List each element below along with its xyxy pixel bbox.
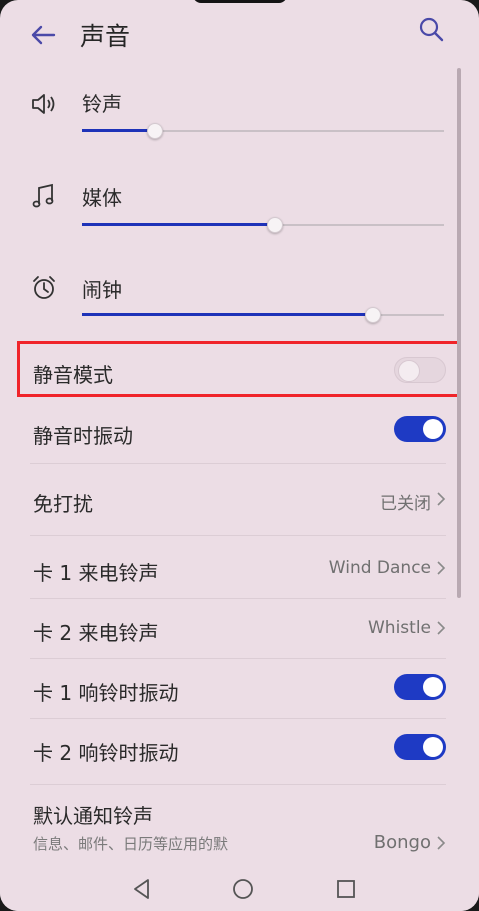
toggle-knob bbox=[423, 677, 443, 697]
scrollbar[interactable] bbox=[457, 68, 461, 598]
volume-label: 闹钟 bbox=[82, 278, 122, 302]
music-note-icon bbox=[30, 182, 62, 210]
circle-home-icon[interactable] bbox=[230, 876, 256, 902]
divider bbox=[30, 784, 446, 785]
slider-fill bbox=[82, 223, 274, 226]
toggle-knob bbox=[423, 737, 443, 757]
app-header: 声音 bbox=[0, 0, 479, 66]
vibrate-when-silent-row[interactable]: 静音时振动 bbox=[0, 400, 479, 460]
sim2-ringtone-row[interactable]: 卡 2 来电铃声 Whistle bbox=[0, 598, 479, 658]
arrow-left-icon[interactable] bbox=[28, 20, 58, 50]
sim1-vibrate-row[interactable]: 卡 1 响铃时振动 bbox=[0, 658, 479, 718]
navigation-bar bbox=[0, 866, 479, 911]
alarm-clock-icon bbox=[30, 274, 62, 302]
search-icon[interactable] bbox=[416, 14, 446, 44]
volume-label: 媒体 bbox=[82, 186, 122, 210]
default-notification-label: 默认通知铃声 bbox=[33, 804, 153, 828]
speaker-icon bbox=[30, 90, 62, 118]
sim2-vibrate-label: 卡 2 响铃时振动 bbox=[33, 741, 179, 765]
toggle-knob bbox=[423, 419, 443, 439]
chevron-right-icon bbox=[436, 835, 446, 851]
divider bbox=[30, 463, 446, 464]
sim2-vibrate-toggle[interactable] bbox=[394, 734, 446, 760]
alarm-volume-slider[interactable] bbox=[82, 306, 444, 324]
highlight-box bbox=[17, 341, 461, 397]
slider-thumb[interactable] bbox=[147, 123, 164, 139]
default-notification-value: Bongo bbox=[373, 832, 431, 853]
sim2-vibrate-row[interactable]: 卡 2 响铃时振动 bbox=[0, 718, 479, 778]
volume-label: 铃声 bbox=[82, 92, 122, 116]
settings-screen: 声音 铃声 媒体 闹钟 静音模式 静音时振动 免打扰 已关闭 卡 1 来电铃声 … bbox=[0, 0, 479, 911]
do-not-disturb-label: 免打扰 bbox=[33, 492, 93, 516]
sim2-ringtone-label: 卡 2 来电铃声 bbox=[33, 621, 159, 645]
vibrate-when-silent-label: 静音时振动 bbox=[33, 424, 133, 448]
sim1-ringtone-value: Wind Dance bbox=[328, 558, 431, 578]
do-not-disturb-value: 已关闭 bbox=[380, 494, 431, 514]
vibrate-when-silent-toggle[interactable] bbox=[394, 416, 446, 442]
media-volume-slider[interactable] bbox=[82, 216, 444, 234]
sim1-vibrate-label: 卡 1 响铃时振动 bbox=[33, 681, 179, 705]
sim2-ringtone-value: Whistle bbox=[367, 618, 431, 638]
sim1-ringtone-row[interactable]: 卡 1 来电铃声 Wind Dance bbox=[0, 538, 479, 598]
sim1-vibrate-toggle[interactable] bbox=[394, 674, 446, 700]
chevron-right-icon bbox=[436, 491, 446, 507]
triangle-back-icon[interactable] bbox=[129, 876, 155, 902]
volume-media: 媒体 bbox=[0, 176, 479, 256]
slider-fill bbox=[82, 313, 372, 316]
sim1-ringtone-label: 卡 1 来电铃声 bbox=[33, 561, 159, 585]
default-notification-row[interactable]: 默认通知铃声 信息、邮件、日历等应用的默 Bongo bbox=[0, 790, 479, 866]
square-recents-icon[interactable] bbox=[333, 876, 359, 902]
page-title: 声音 bbox=[80, 22, 131, 51]
divider bbox=[30, 535, 446, 536]
slider-thumb[interactable] bbox=[266, 217, 283, 233]
do-not-disturb-row[interactable]: 免打扰 已关闭 bbox=[0, 468, 479, 528]
chevron-right-icon bbox=[436, 560, 446, 576]
chevron-right-icon bbox=[436, 620, 446, 636]
slider-fill bbox=[82, 129, 155, 132]
slider-thumb[interactable] bbox=[364, 307, 381, 323]
volume-alarm: 闹钟 bbox=[0, 270, 479, 350]
volume-ringtone: 铃声 bbox=[0, 82, 479, 162]
ringtone-volume-slider[interactable] bbox=[82, 122, 444, 140]
default-notification-description: 信息、邮件、日历等应用的默 bbox=[33, 835, 229, 853]
